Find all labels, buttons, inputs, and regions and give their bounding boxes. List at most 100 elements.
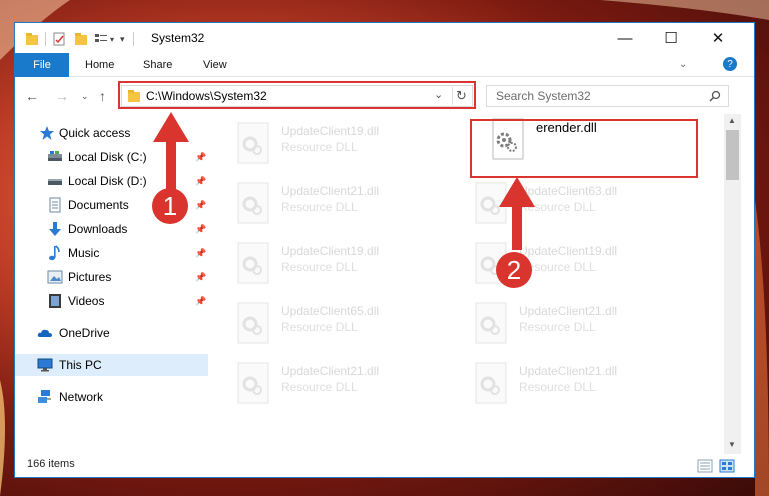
list-item[interactable]: UpdateClient19.dll Resource DLL	[461, 238, 681, 288]
window-title: System32	[151, 31, 205, 45]
file-type: Resource DLL	[281, 200, 358, 214]
sidebar-item-pictures[interactable]: Pictures 📌	[15, 266, 208, 288]
list-item[interactable]: UpdateClient63.dll Resource DLL	[461, 178, 681, 228]
dll-file-icon	[237, 362, 269, 404]
list-item[interactable]: UpdateClient65.dll Resource DLL	[223, 298, 443, 348]
file-type: Resource DLL	[519, 320, 596, 334]
sidebar-item-label: Quick access	[59, 126, 131, 140]
view-options-icon[interactable]	[94, 32, 108, 46]
scroll-up-icon[interactable]: ▲	[728, 116, 736, 125]
videos-icon	[49, 294, 61, 308]
ribbon-tabs: File Home Share View ⌄ ?	[15, 53, 754, 77]
file-name: UpdateClient63.dll	[519, 184, 618, 198]
drive-icon	[48, 151, 62, 161]
file-highlight-box	[470, 119, 698, 178]
scroll-down-icon[interactable]: ▼	[728, 440, 736, 449]
minimize-button[interactable]: —	[602, 23, 648, 53]
address-highlight-box	[118, 81, 476, 109]
sidebar-item-label: Documents	[68, 198, 129, 212]
search-placeholder: Search System32	[496, 89, 591, 103]
pin-icon[interactable]: 📌	[195, 296, 206, 307]
vertical-scrollbar[interactable]: ▲ ▼	[724, 114, 741, 454]
pin-icon[interactable]: 📌	[195, 272, 206, 283]
list-item[interactable]: UpdateClient21.dll Resource DLL	[223, 178, 443, 228]
search-input[interactable]: Search System32	[486, 85, 729, 107]
dll-file-icon	[475, 362, 507, 404]
sidebar-item-local-disk-d[interactable]: Local Disk (D:) 📌	[15, 170, 208, 192]
sidebar-item-network[interactable]: Network	[15, 386, 208, 408]
help-icon[interactable]: ?	[723, 57, 737, 71]
sidebar-item-label: OneDrive	[59, 326, 110, 340]
pc-icon	[37, 358, 53, 372]
sidebar-item-label: Local Disk (C:)	[68, 150, 147, 164]
sidebar-item-label: Network	[59, 390, 104, 404]
dll-file-icon	[475, 182, 507, 224]
quick-access-toolbar: ▾ ▾	[25, 31, 142, 47]
sidebar-item-videos[interactable]: Videos 📌	[15, 290, 208, 312]
step-callout-1: 1	[152, 188, 188, 224]
toolbar-separator	[45, 32, 46, 46]
pin-icon[interactable]: 📌	[195, 224, 206, 235]
dll-file-icon	[237, 122, 269, 164]
recent-locations-icon[interactable]: ⌄	[81, 91, 89, 102]
tab-home[interactable]: Home	[85, 53, 114, 77]
file-type: Resource DLL	[519, 200, 596, 214]
tab-file[interactable]: File	[15, 53, 69, 77]
sidebar-item-onedrive[interactable]: OneDrive	[15, 322, 208, 344]
new-folder-icon[interactable]	[74, 32, 88, 46]
downloads-icon	[49, 222, 61, 236]
file-type: Resource DLL	[519, 380, 596, 394]
sidebar-item-label: This PC	[59, 358, 102, 372]
file-name: UpdateClient21.dll	[281, 364, 380, 378]
network-icon	[38, 390, 51, 403]
sidebar-item-this-pc[interactable]: This PC	[15, 354, 208, 376]
tab-share[interactable]: Share	[143, 53, 172, 77]
file-name: UpdateClient19.dll	[519, 244, 618, 258]
folder-icon[interactable]	[25, 32, 39, 46]
dll-file-icon	[475, 302, 507, 344]
maximize-button[interactable]: ☐	[648, 23, 694, 53]
close-button[interactable]: ✕	[695, 23, 741, 53]
navigation-pane: Quick access Local Disk (C:) 📌 Local Dis…	[15, 114, 208, 454]
list-item[interactable]: UpdateClient21.dll Resource DLL	[461, 298, 681, 348]
toolbar-separator	[132, 32, 134, 46]
title-bar: ▾ ▾ System32 — ☐ ✕	[15, 23, 754, 53]
file-name: UpdateClient19.dll	[281, 124, 380, 138]
sidebar-item-music[interactable]: Music 📌	[15, 242, 208, 264]
scrollbar-thumb[interactable]	[726, 130, 739, 180]
search-icon	[709, 90, 721, 102]
file-name: UpdateClient65.dll	[281, 304, 380, 318]
star-icon	[40, 126, 54, 140]
documents-icon	[49, 197, 61, 213]
dll-file-icon	[237, 182, 269, 224]
sidebar-item-quick-access[interactable]: Quick access	[15, 122, 208, 144]
forward-icon[interactable]: →	[55, 88, 69, 104]
file-type: Resource DLL	[281, 320, 358, 334]
dll-file-icon	[237, 242, 269, 284]
pin-icon[interactable]: 📌	[195, 152, 206, 163]
properties-icon[interactable]	[52, 32, 66, 46]
chevron-down-icon[interactable]: ▾	[110, 35, 114, 44]
list-item[interactable]: UpdateClient19.dll Resource DLL	[223, 238, 443, 288]
large-icons-view-icon[interactable]	[719, 459, 735, 473]
sidebar-item-label: Local Disk (D:)	[68, 174, 147, 188]
status-bar: 166 items	[15, 454, 754, 477]
file-name: UpdateClient21.dll	[519, 304, 618, 318]
pin-icon[interactable]: 📌	[195, 200, 206, 211]
sidebar-item-local-disk-c[interactable]: Local Disk (C:) 📌	[15, 146, 208, 168]
pin-icon[interactable]: 📌	[195, 248, 206, 259]
list-item[interactable]: UpdateClient21.dll Resource DLL	[223, 358, 443, 408]
list-item[interactable]: UpdateClient19.dll Resource DLL	[223, 118, 443, 168]
item-count: 166 items	[27, 458, 75, 470]
list-item[interactable]: UpdateClient21.dll Resource DLL	[461, 358, 681, 408]
file-name: UpdateClient21.dll	[519, 364, 618, 378]
details-view-icon[interactable]	[697, 459, 713, 473]
customize-toolbar-icon[interactable]: ▾	[120, 34, 125, 45]
pin-icon[interactable]: 📌	[195, 176, 206, 187]
up-icon[interactable]: ↑	[99, 88, 106, 104]
file-type: Resource DLL	[281, 140, 358, 154]
tab-view[interactable]: View	[203, 53, 227, 77]
dll-file-icon	[237, 302, 269, 344]
expand-ribbon-icon[interactable]: ⌄	[679, 59, 687, 70]
back-icon[interactable]: ←	[25, 88, 39, 104]
